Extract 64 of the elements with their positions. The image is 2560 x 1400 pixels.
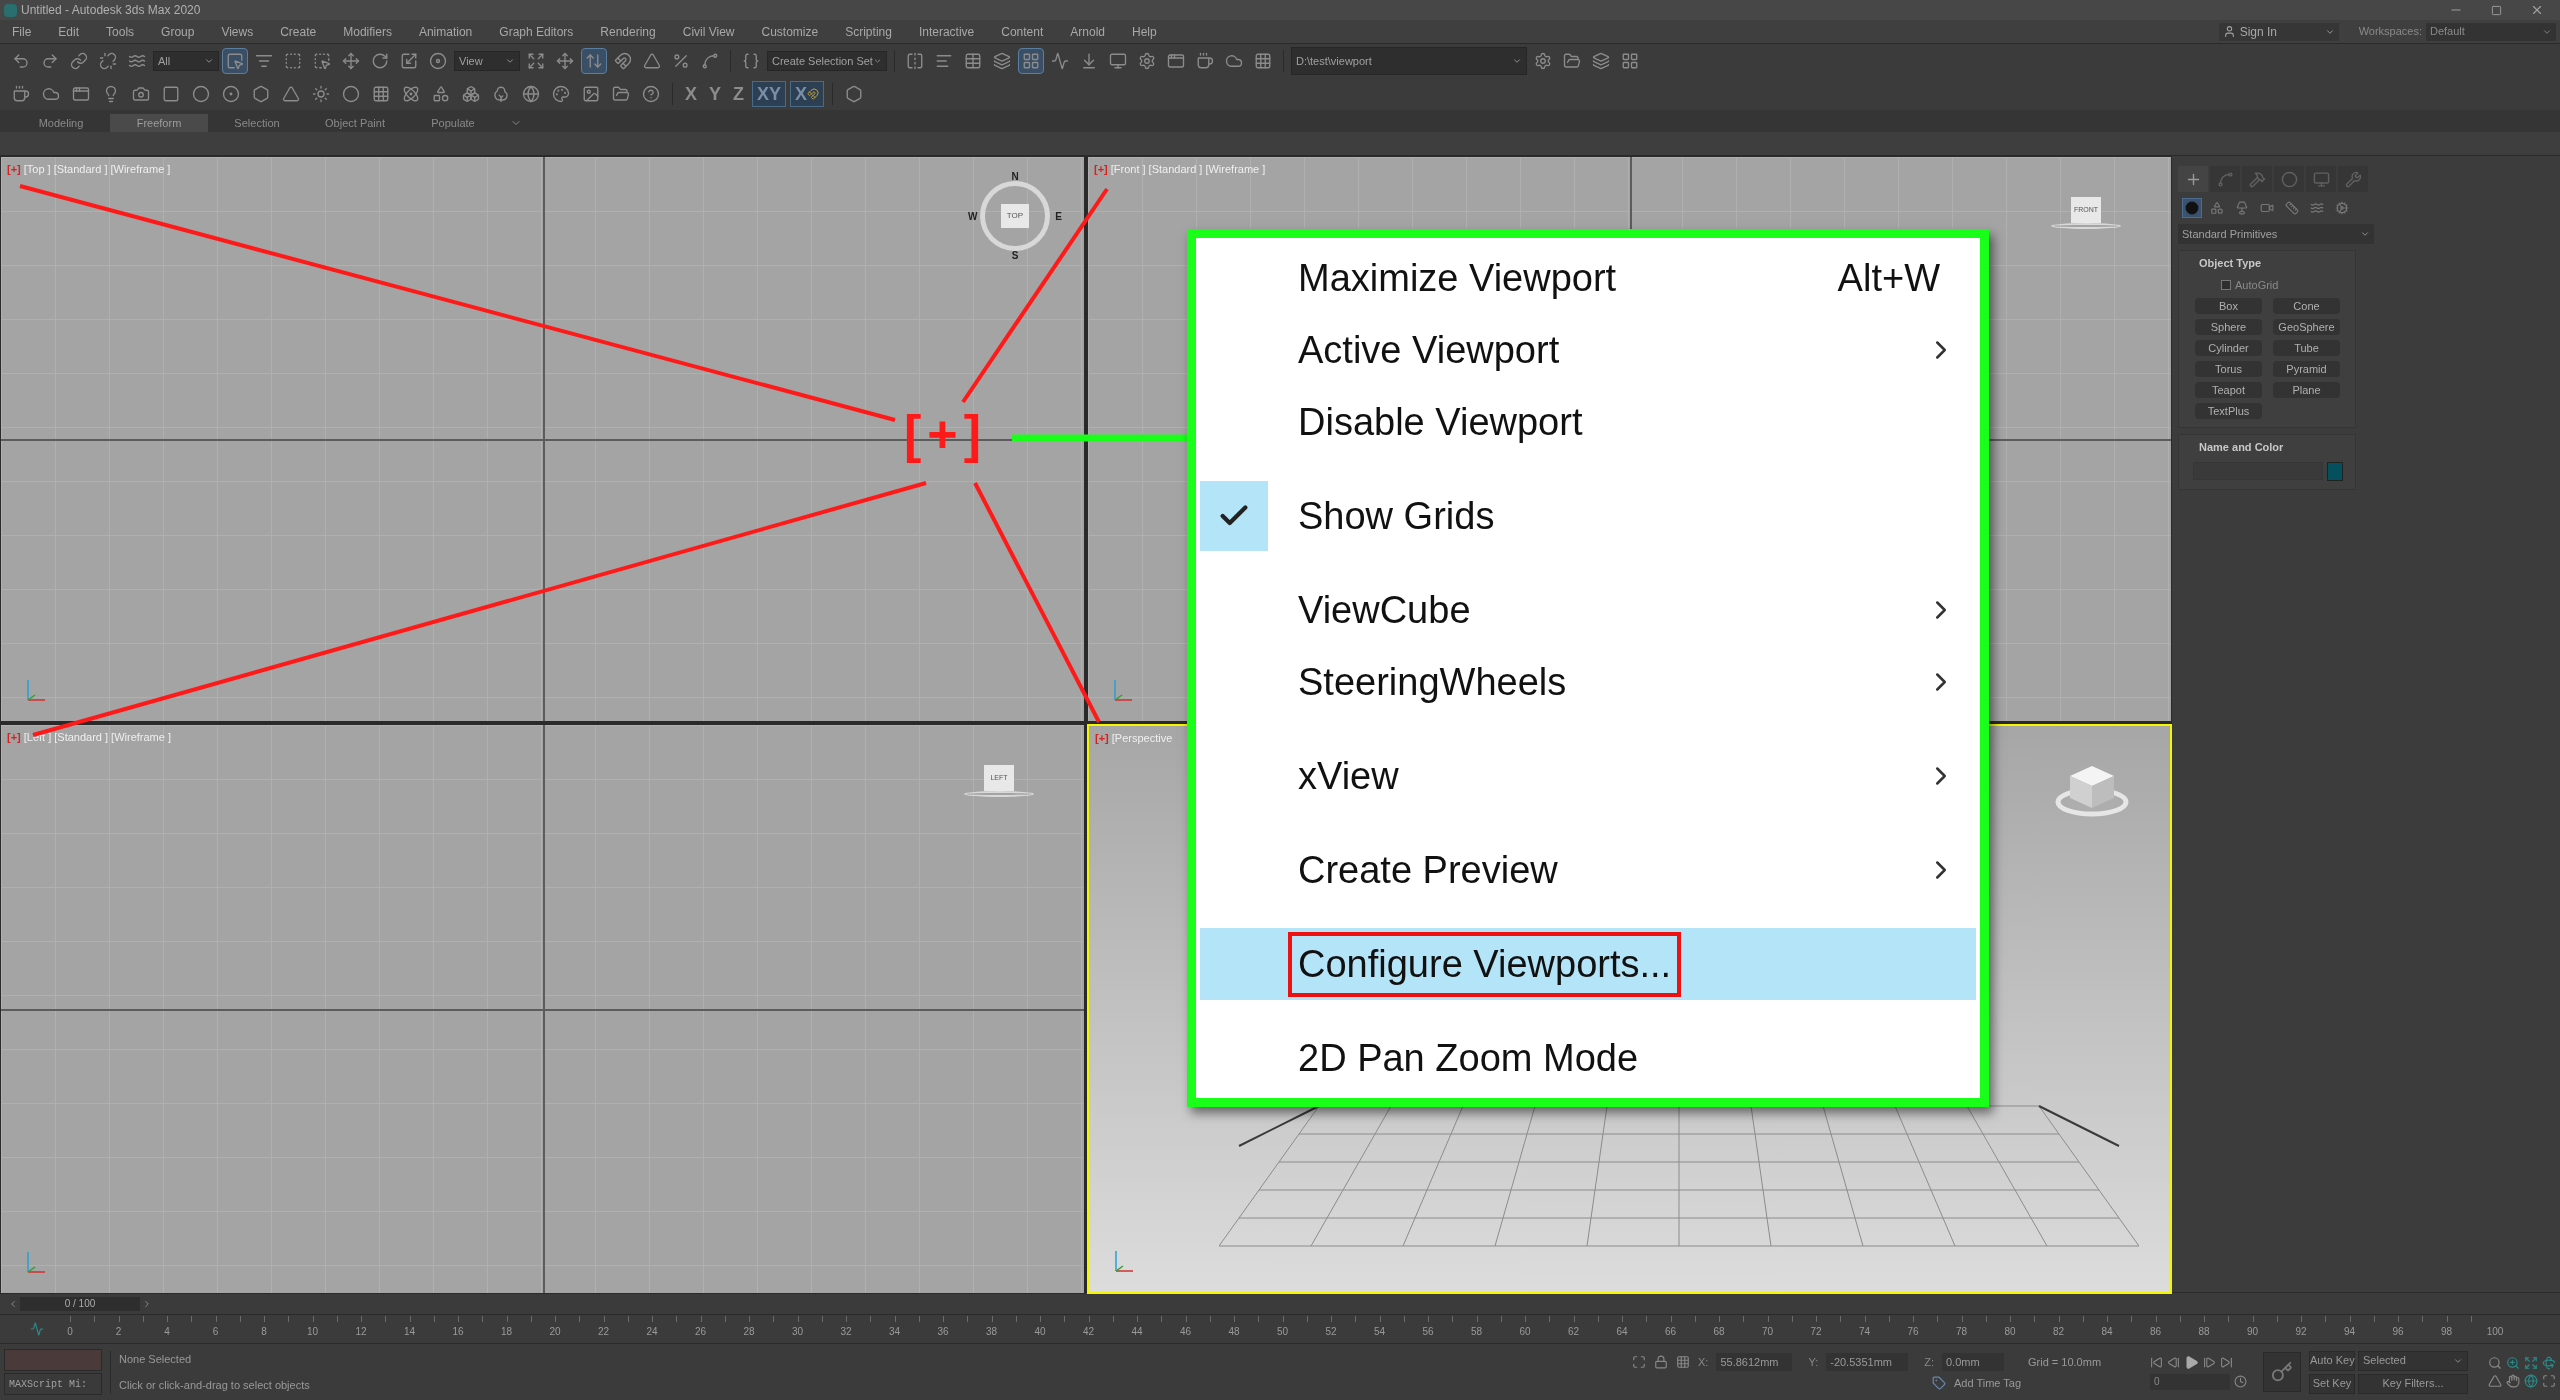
frame-number: 96 (2392, 1325, 2404, 1339)
frame-number: 18 (500, 1325, 513, 1339)
frame-number: 70 (1761, 1325, 1774, 1339)
frame-number: 56 (1422, 1325, 1434, 1339)
frame-number: 8 (261, 1325, 267, 1339)
frame-number: 50 (1276, 1325, 1289, 1339)
frame-number: 16 (452, 1325, 464, 1339)
frame-number: 72 (1810, 1325, 1822, 1339)
frame-number: 40 (1034, 1325, 1046, 1339)
frame-number: 38 (985, 1325, 998, 1339)
autogrid-label: AutoGrid (2235, 277, 2279, 293)
compass-letter: E (1055, 209, 1062, 224)
frame-number: 30 (791, 1325, 804, 1339)
frame-number: 92 (2295, 1325, 2307, 1339)
grid-size-text: Grid = 10.0mm (2028, 1354, 2103, 1370)
frame-number: 82 (2052, 1325, 2065, 1339)
frame-number: 60 (1519, 1325, 1531, 1339)
compass-letter: S (1011, 249, 1019, 263)
frame-number: 12 (355, 1325, 367, 1339)
frame-number: 28 (743, 1325, 755, 1339)
coordinate-label: Z: (1924, 1354, 1934, 1370)
frame-number: 66 (1664, 1325, 1677, 1339)
frame-number: 6 (212, 1325, 219, 1339)
frame-number: 26 (694, 1325, 707, 1339)
frame-number: 76 (1907, 1325, 1919, 1339)
frame-number: 4 (164, 1325, 170, 1339)
frame-number: 24 (646, 1325, 658, 1339)
compass-letter: W (968, 209, 978, 224)
frame-number: 84 (2101, 1325, 2113, 1339)
frame-number: 80 (2004, 1325, 2016, 1339)
frame-number: 90 (2246, 1325, 2259, 1339)
frame-number: 42 (1082, 1325, 1095, 1339)
frame-number: 62 (1567, 1325, 1580, 1339)
coordinate-label: X: (1698, 1354, 1709, 1370)
window-title: Untitled - Autodesk 3ds Max 2020 (21, 2, 201, 19)
frame-number: 58 (1470, 1325, 1483, 1339)
frame-number: 100 (2486, 1325, 2504, 1339)
frame-number: 78 (1955, 1325, 1968, 1339)
selection-status: None Selected (119, 1351, 193, 1367)
frame-number: 14 (403, 1325, 416, 1339)
prompt-text: Click or click-and-drag to select objects (119, 1378, 311, 1393)
frame-number: 10 (306, 1325, 319, 1339)
frame-number: 64 (1616, 1325, 1628, 1339)
compass-letter: N (1011, 170, 1019, 184)
frame-number: 36 (937, 1325, 949, 1339)
frame-number: 86 (2149, 1325, 2162, 1339)
frame-number: 0 (67, 1325, 73, 1339)
frame-number: 74 (1858, 1325, 1871, 1339)
frame-number: 94 (2343, 1325, 2356, 1339)
frame-number: 88 (2198, 1325, 2210, 1339)
frame-number: 44 (1131, 1325, 1143, 1339)
frame-number: 48 (1228, 1325, 1240, 1339)
frame-number: 32 (840, 1325, 852, 1339)
frame-number: 46 (1179, 1325, 1192, 1339)
frame-number: 98 (2440, 1325, 2453, 1339)
frame-number: 68 (1713, 1325, 1725, 1339)
workspaces-label: Workspaces: (2358, 24, 2422, 40)
frame-number: 52 (1325, 1325, 1337, 1339)
frame-number: 20 (549, 1325, 561, 1339)
frame-number: 2 (115, 1325, 122, 1339)
frame-number: 22 (597, 1325, 610, 1339)
frame-number: 34 (888, 1325, 901, 1339)
coordinate-label: Y: (1808, 1354, 1819, 1370)
frame-number: 54 (1373, 1325, 1386, 1339)
